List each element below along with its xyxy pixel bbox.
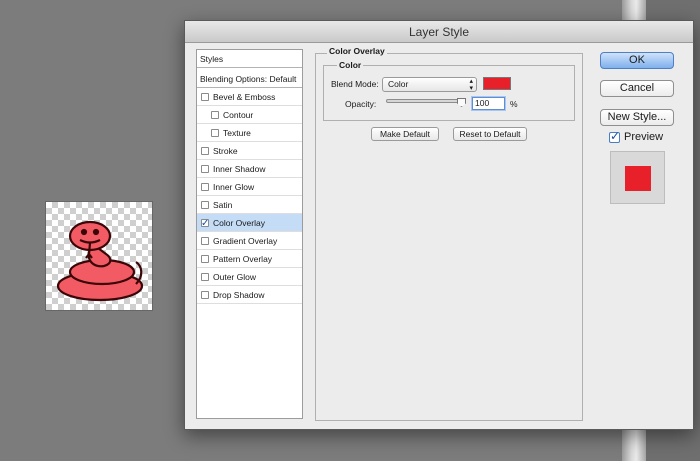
style-item-pattern-overlay[interactable]: Pattern Overlay [197,250,302,268]
style-item-inner-shadow[interactable]: Inner Shadow [197,160,302,178]
ok-button[interactable]: OK [600,52,674,69]
opacity-unit: % [510,99,518,109]
snake-eye-left [80,228,88,236]
style-checkbox-inner-glow[interactable] [201,183,209,191]
blend-mode-select[interactable]: Color ▴ ▾ [382,77,477,92]
style-checkbox-outer-glow[interactable] [201,273,209,281]
preview-thumbnail [610,151,665,204]
style-item-bevel-emboss[interactable]: Bevel & Emboss [197,88,302,106]
style-item-color-overlay[interactable]: Color Overlay [197,214,302,232]
style-label: Drop Shadow [213,290,265,300]
preview-checkbox[interactable]: ✓ [609,129,621,143]
opacity-slider-track[interactable] [386,99,466,103]
style-checkbox-gradient-overlay[interactable] [201,237,209,245]
style-item-inner-glow[interactable]: Inner Glow [197,178,302,196]
style-label: Bevel & Emboss [213,92,276,102]
style-label: Stroke [213,146,238,156]
document-canvas[interactable] [46,202,152,310]
style-checkbox-bevel-emboss[interactable] [201,93,209,101]
opacity-label: Opacity: [345,99,377,109]
opacity-input[interactable]: 100 [472,97,505,110]
style-item-styles[interactable]: Styles [197,50,302,68]
style-checkbox-drop-shadow[interactable] [201,291,209,299]
style-label: Inner Shadow [213,164,266,174]
style-checkbox-satin[interactable] [201,201,209,209]
style-item-drop-shadow[interactable]: Drop Shadow [197,286,302,304]
new-style-button[interactable]: New Style... [600,109,674,126]
style-label: Gradient Overlay [213,236,278,246]
snake-illustration [56,220,144,302]
style-item-blending-options-default[interactable]: Blending Options: Default [197,70,302,88]
style-label: Satin [213,200,233,210]
style-item-satin[interactable]: Satin [197,196,302,214]
preview-color-sample [625,166,651,191]
style-label: Texture [223,128,251,138]
select-arrows-icon: ▴ ▾ [469,77,473,92]
blend-mode-value: Color [388,79,409,89]
reset-to-default-button[interactable]: Reset to Default [453,127,527,141]
style-checkbox-color-overlay[interactable] [201,215,209,231]
style-label: Blending Options: Default [200,74,297,84]
layer-style-dialog: Layer Style Styles Blending Options: Defa… [184,20,694,430]
snake-eye-right [92,228,100,236]
style-label: Color Overlay [213,218,265,228]
style-item-texture[interactable]: Texture [197,124,302,142]
make-default-button[interactable]: Make Default [371,127,439,141]
group-title-color: Color [337,60,364,70]
section-title-color-overlay: Color Overlay [327,46,387,56]
preview-label: Preview [624,131,664,143]
style-checkbox-texture[interactable] [211,129,219,137]
style-checkbox-stroke[interactable] [201,147,209,155]
checkmark-icon: ✓ [610,129,621,143]
style-checkbox-pattern-overlay[interactable] [201,255,209,263]
style-label: Inner Glow [213,182,255,192]
styles-list: Styles Blending Options: Default Bevel & E… [196,49,303,419]
style-label: Contour [223,110,254,120]
style-checkbox-inner-shadow[interactable] [201,165,209,173]
blend-mode-label: Blend Mode: [331,79,379,89]
dialog-title: Layer Style [185,21,693,43]
color-group-box [323,65,575,121]
style-item-gradient-overlay[interactable]: Gradient Overlay [197,232,302,250]
overlay-color-swatch[interactable] [483,77,511,90]
style-item-stroke[interactable]: Stroke [197,142,302,160]
cancel-button[interactable]: Cancel [600,80,674,97]
style-checkbox-contour[interactable] [211,111,219,119]
style-item-outer-glow[interactable]: Outer Glow [197,268,302,286]
style-label: Pattern Overlay [213,254,273,264]
style-label: Outer Glow [213,272,256,282]
style-item-contour[interactable]: Contour [197,106,302,124]
style-label: Styles [200,54,224,64]
